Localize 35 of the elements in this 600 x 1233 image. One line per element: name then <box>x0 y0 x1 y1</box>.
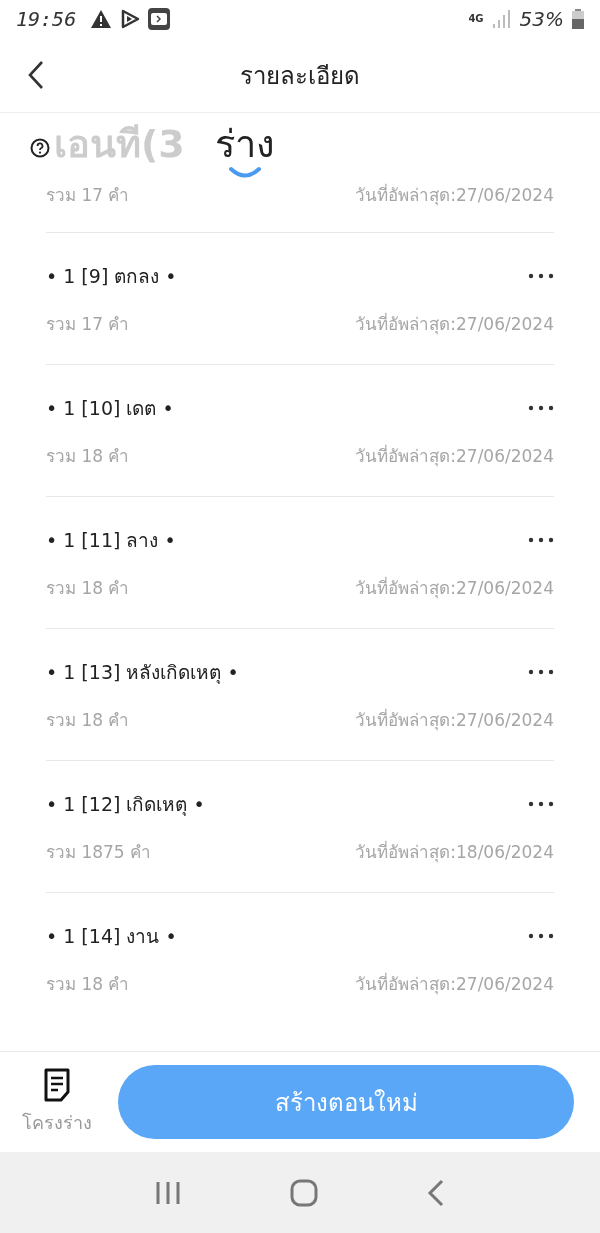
item-title[interactable]: • 1 [13] หลังเกิดเหตุ • <box>46 657 239 687</box>
updated-date: วันที่อัพล่าสุด:27/06/2024 <box>355 444 554 468</box>
word-count: รวม 1875 คำ <box>46 841 152 864</box>
network-type: 4G <box>468 14 484 24</box>
tab[interactable]: ร่าง <box>206 120 283 176</box>
word-count: รวม 17 คำ <box>46 313 130 336</box>
recent-apps-icon[interactable] <box>154 1179 181 1206</box>
item-title[interactable]: • 1 [9] ตกลง • <box>46 261 177 291</box>
updated-date: วันที่อัพล่าสุด:27/06/2024 <box>355 972 554 996</box>
signal-icon <box>491 10 512 28</box>
updated-date: วันที่อัพล่าสุด:27/06/2024 <box>355 576 554 600</box>
word-count: รวม 18 คำ <box>46 445 130 468</box>
word-count: รวม 17 คำ <box>46 184 130 207</box>
word-count: รวม 18 คำ <box>46 709 130 732</box>
updated-date: วันที่อัพล่าสุด:27/06/2024 <box>355 708 554 732</box>
tab-indicator <box>227 166 262 180</box>
item-title[interactable]: • 1 [12] เกิดเหตุ • <box>46 789 205 819</box>
item-title[interactable]: • 1 [14] งาน • <box>46 921 177 951</box>
back-icon[interactable] <box>26 60 46 90</box>
updated-date: วันที่อัพล่าสุด:27/06/2024 <box>355 312 554 336</box>
app-icon <box>148 8 171 30</box>
warning-icon <box>90 9 113 29</box>
home-icon[interactable] <box>290 1178 318 1207</box>
time: 19:56 <box>16 7 77 31</box>
updated-date: วันที่อัพล่าสุด:27/06/2024 <box>355 183 554 207</box>
item-title[interactable]: • 1 [11] ลาง • <box>46 525 176 555</box>
battery-icon <box>572 9 584 29</box>
updated-date: วันที่อัพล่าสุด:18/06/2024 <box>355 840 554 864</box>
play-icon <box>120 9 141 29</box>
page-title: รายละเอียด <box>240 60 360 92</box>
battery-level: 53% <box>519 7 564 31</box>
word-count: รวม 18 คำ <box>46 973 130 996</box>
item-title[interactable]: • 1 [10] เดต • <box>46 393 174 423</box>
word-count: รวม 18 คำ <box>46 577 130 600</box>
help-icon[interactable] <box>30 138 50 158</box>
